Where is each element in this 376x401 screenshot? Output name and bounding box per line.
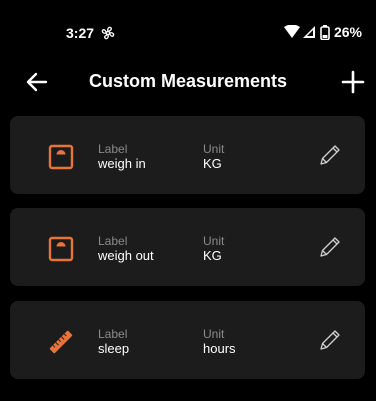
label-heading: Label <box>98 234 128 248</box>
measurement-card[interactable]: Label weigh in Unit KG <box>10 116 365 194</box>
battery-icon <box>320 24 330 40</box>
unit-value: hours <box>203 341 236 356</box>
label-heading: Label <box>98 142 128 156</box>
measurement-card[interactable]: Label weigh out Unit KG <box>10 208 365 286</box>
ruler-icon <box>49 330 73 354</box>
unit-heading: Unit <box>203 234 225 248</box>
pencil-icon[interactable] <box>317 327 343 353</box>
app-bar: Custom Measurements <box>0 60 376 104</box>
label-heading: Label <box>98 327 128 341</box>
unit-column: Unit KG <box>203 142 224 172</box>
unit-heading: Unit <box>203 327 225 341</box>
fan-icon <box>101 26 115 40</box>
scale-icon <box>48 236 74 262</box>
scale-icon <box>48 144 74 170</box>
label-column: Label weigh out <box>98 234 154 264</box>
label-value: weigh in <box>98 156 146 171</box>
cell-signal-icon <box>302 26 315 38</box>
label-column: Label sleep <box>98 327 129 357</box>
label-value: weigh out <box>98 248 154 263</box>
status-bar: 3:27 26% <box>0 0 376 66</box>
add-icon[interactable] <box>340 69 366 95</box>
battery-percent: 26% <box>333 24 362 40</box>
label-value: sleep <box>98 341 130 356</box>
measurement-card[interactable]: Label sleep Unit hours <box>10 301 365 379</box>
status-time: 3:27 <box>66 25 95 41</box>
unit-value: KG <box>203 248 222 263</box>
wifi-icon <box>283 25 300 38</box>
pencil-icon[interactable] <box>317 234 343 260</box>
unit-value: KG <box>203 156 222 171</box>
page-title: Custom Measurements <box>88 71 288 91</box>
label-column: Label weigh in <box>98 142 146 172</box>
unit-column: Unit hours <box>203 327 236 357</box>
pencil-icon[interactable] <box>317 142 343 168</box>
unit-heading: Unit <box>203 142 225 156</box>
unit-column: Unit KG <box>203 234 224 264</box>
status-indicators: 26% <box>283 24 362 40</box>
